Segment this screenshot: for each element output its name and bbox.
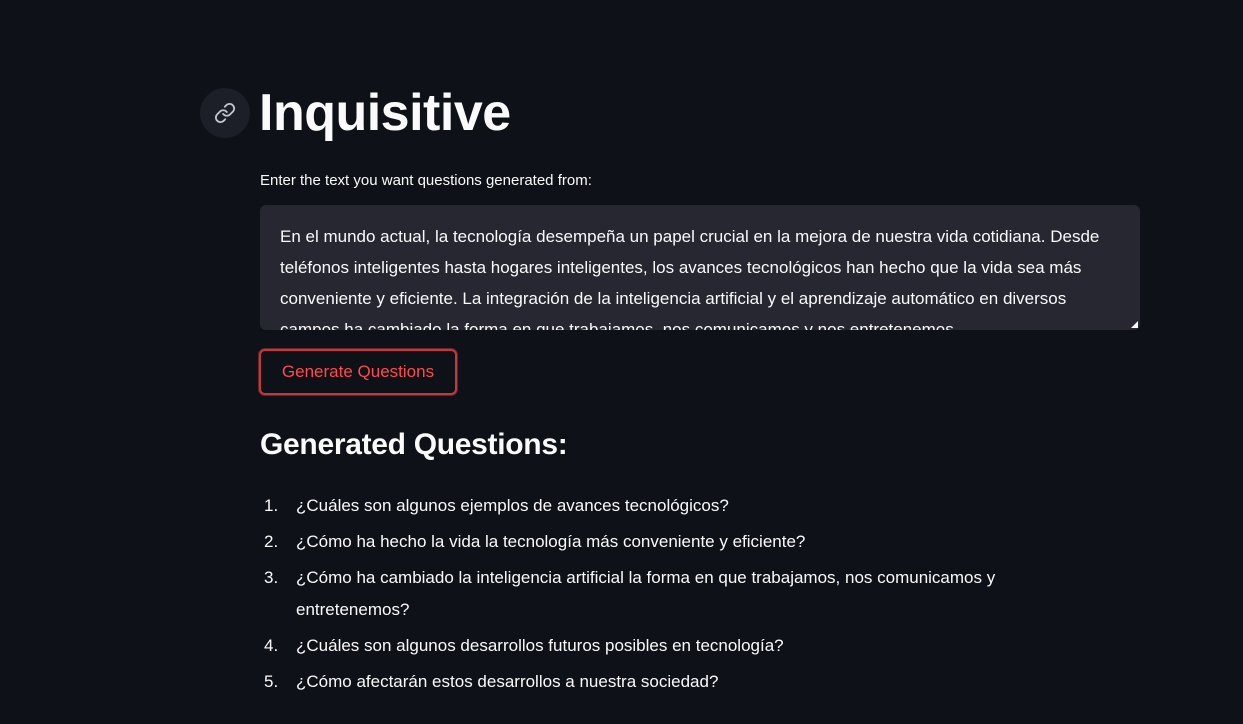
question-number: 2. bbox=[264, 532, 279, 551]
source-text-area[interactable] bbox=[260, 205, 1140, 330]
question-item: 5. ¿Cómo afectarán estos desarrollos a n… bbox=[260, 666, 1090, 698]
results-heading: Generated Questions: bbox=[260, 428, 568, 461]
text-input-label: Enter the text you want questions genera… bbox=[260, 172, 592, 189]
text-input-container bbox=[260, 205, 1140, 330]
question-item: 3. ¿Cómo ha cambiado la inteligencia art… bbox=[260, 562, 1090, 626]
question-item: 1. ¿Cuáles son algunos ejemplos de avanc… bbox=[260, 490, 1090, 522]
question-text: ¿Cómo ha cambiado la inteligencia artifi… bbox=[296, 568, 996, 619]
generate-questions-button[interactable]: Generate Questions bbox=[259, 349, 457, 395]
app-page: Inquisitive Enter the text you want ques… bbox=[0, 0, 1243, 724]
question-text: ¿Cuáles son algunos ejemplos de avances … bbox=[296, 496, 729, 515]
question-number: 3. bbox=[264, 568, 279, 587]
question-item: 2. ¿Cómo ha hecho la vida la tecnología … bbox=[260, 526, 1090, 558]
question-number: 1. bbox=[264, 496, 279, 515]
page-title: Inquisitive bbox=[259, 84, 511, 142]
questions-list: 1. ¿Cuáles son algunos ejemplos de avanc… bbox=[260, 490, 1090, 702]
question-number: 4. bbox=[264, 636, 279, 655]
link-icon bbox=[214, 102, 236, 124]
question-item: 4. ¿Cuáles son algunos desarrollos futur… bbox=[260, 630, 1090, 662]
question-text: ¿Cuáles son algunos desarrollos futuros … bbox=[296, 636, 784, 655]
question-text: ¿Cómo afectarán estos desarrollos a nues… bbox=[296, 672, 719, 691]
question-text: ¿Cómo ha hecho la vida la tecnología más… bbox=[296, 532, 806, 551]
header-anchor-link[interactable] bbox=[200, 88, 250, 138]
question-number: 5. bbox=[264, 672, 279, 691]
